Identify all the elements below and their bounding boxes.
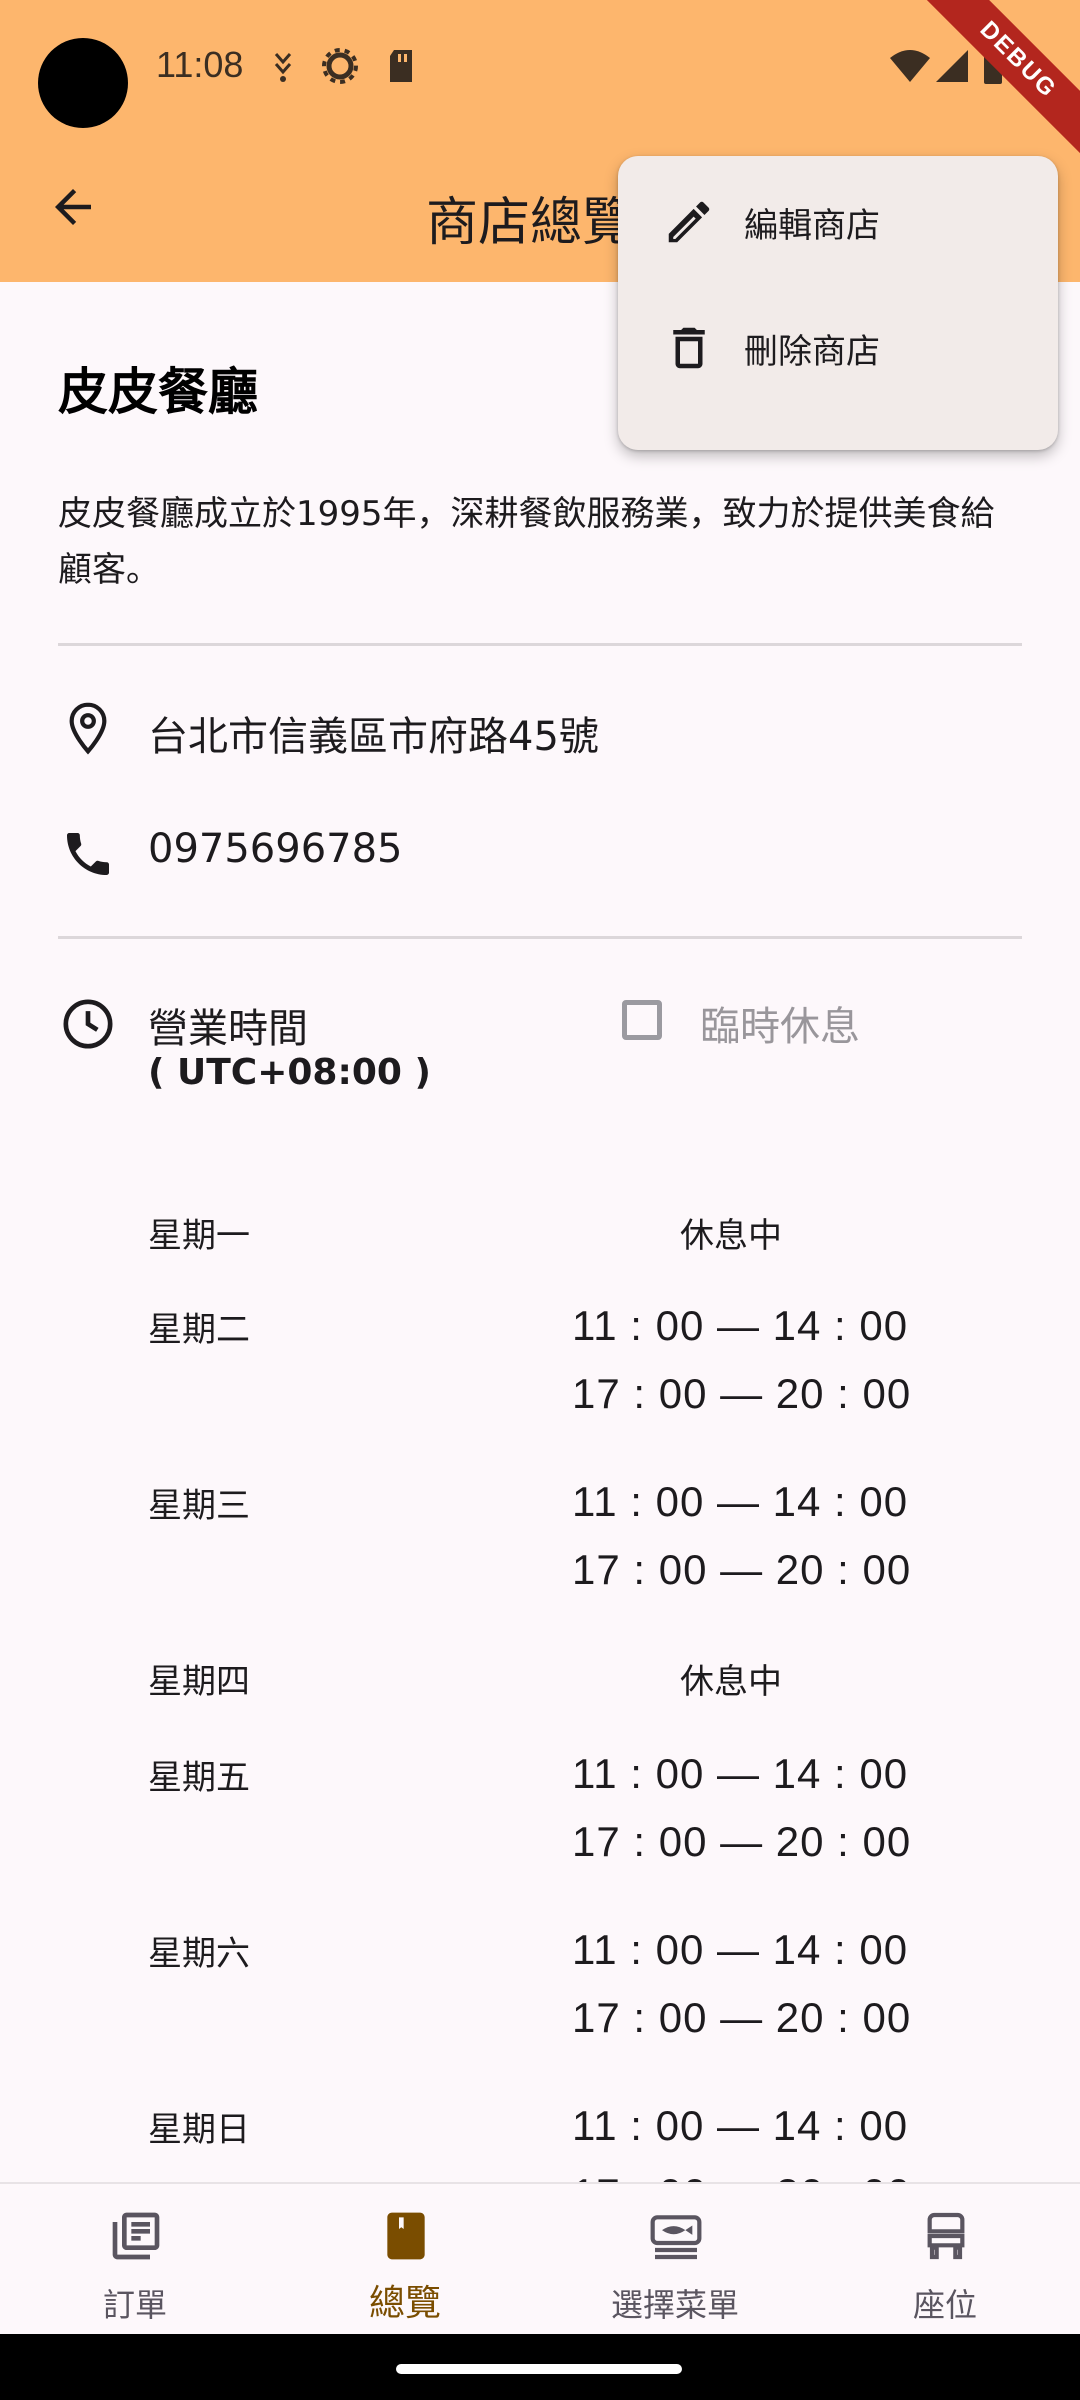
business-hours-title: 營業時間: [148, 1006, 308, 1052]
home-indicator[interactable]: [396, 2364, 682, 2374]
nav-seats-label: 座位: [912, 2286, 977, 2324]
day-label: 星期五: [148, 1758, 250, 1798]
day-label: 星期六: [148, 1934, 250, 1974]
settings-status-icon: [322, 48, 358, 84]
store-description: 皮皮餐廳成立於1995年，深耕餐飲服務業，致力於提供美食給顧客。: [58, 494, 995, 590]
status-time: 11:08: [156, 44, 244, 85]
time-slot: 17 : 00 — 20 : 00: [572, 1370, 912, 1417]
time-slot: 17 : 00 — 20 : 00: [572, 1546, 912, 1593]
edit-store-label: 編輯商店: [744, 205, 880, 246]
day-label: 星期一: [148, 1216, 250, 1256]
nav-seats[interactable]: 座位: [810, 2184, 1080, 2336]
nav-orders[interactable]: 訂單: [0, 2184, 270, 2336]
day-label: 星期二: [148, 1310, 250, 1350]
edit-store-menu-item[interactable]: 編輯商店: [618, 160, 1058, 284]
signal-icon: [936, 50, 968, 82]
store-name: 皮皮餐廳: [58, 363, 258, 421]
day-label: 星期三: [148, 1486, 250, 1526]
wifi-icon: [890, 50, 930, 82]
camera-cutout: [38, 38, 128, 128]
divider: [58, 643, 1022, 646]
back-arrow-icon[interactable]: [46, 180, 100, 234]
divider: [58, 936, 1022, 939]
location-status-icon: [274, 53, 292, 82]
clock-icon: [63, 999, 113, 1049]
time-slot: 11 : 00 — 14 : 00: [572, 1302, 909, 1349]
store-phone: 0975696785: [148, 826, 403, 872]
time-slot: 17 : 00 — 20 : 00: [572, 1994, 912, 2041]
time-slot: 11 : 00 — 14 : 00: [572, 1926, 909, 1973]
time-slot: 17 : 00 — 20 : 00: [572, 1818, 912, 1865]
book-icon: [387, 2212, 425, 2260]
bottom-navigation: 訂單 總覽 選擇菜單 座位: [0, 2182, 1080, 2336]
delete-store-menu-item[interactable]: 刪除商店: [618, 286, 1058, 410]
nav-select-menu[interactable]: 選擇菜單: [540, 2184, 810, 2336]
temporary-closed-checkbox[interactable]: [622, 1000, 662, 1040]
temporary-closed-label: 臨時休息: [700, 1004, 860, 1050]
location-pin-icon: [69, 702, 107, 755]
day-closed-label: 休息中: [680, 1216, 782, 1256]
timezone-label: ( UTC+08:00 ): [148, 1052, 431, 1093]
phone-icon: [67, 833, 109, 875]
time-slot: 11 : 00 — 14 : 00: [572, 2102, 909, 2149]
time-slot: 11 : 00 — 14 : 00: [572, 1750, 909, 1797]
menu-select-icon: [650, 2215, 702, 2260]
time-slot: 11 : 00 — 14 : 00: [572, 1478, 909, 1525]
store-address: 台北市信義區市府路45號: [148, 714, 599, 760]
day-closed-label: 休息中: [680, 1662, 782, 1702]
delete-store-label: 刪除商店: [744, 331, 880, 372]
page-title: 商店總覽: [426, 193, 635, 253]
nav-overview-label: 總覽: [368, 2283, 441, 2324]
nav-select-menu-label: 選擇菜單: [610, 2286, 739, 2324]
day-label: 星期四: [148, 1662, 250, 1702]
nav-orders-label: 訂單: [102, 2286, 167, 2324]
overflow-menu: 編輯商店 刪除商店: [618, 156, 1058, 450]
trash-icon: [673, 327, 705, 369]
seat-icon: [927, 2212, 965, 2260]
orders-icon: [112, 2212, 160, 2260]
day-label: 星期日: [148, 2110, 250, 2150]
nav-overview[interactable]: 總覽: [270, 2184, 540, 2336]
pencil-icon: [668, 201, 710, 243]
sd-card-status-icon: [390, 50, 412, 82]
